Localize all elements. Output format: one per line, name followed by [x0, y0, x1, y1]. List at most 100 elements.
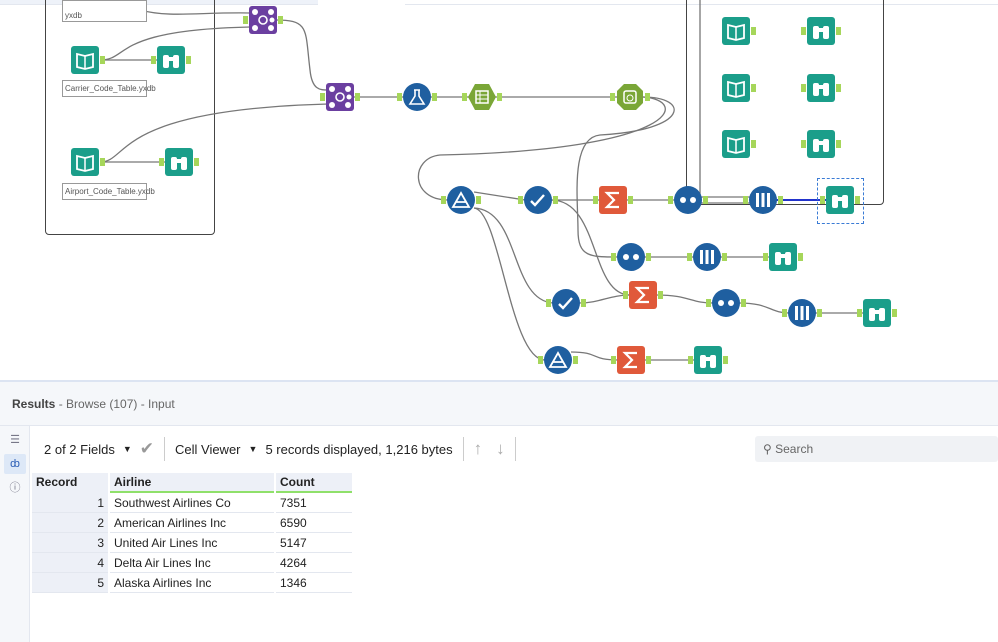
input-anchor[interactable]: [801, 27, 806, 35]
cell-count[interactable]: 1346: [276, 573, 352, 593]
input-anchor[interactable]: [441, 196, 446, 204]
column-header-count[interactable]: Count: [276, 473, 352, 493]
arrow-up-icon[interactable]: ↑: [474, 439, 483, 459]
cell-count[interactable]: 7351: [276, 493, 352, 513]
input-anchor[interactable]: [706, 299, 711, 307]
output-anchor[interactable]: [751, 84, 756, 92]
cell-record[interactable]: 1: [32, 493, 108, 513]
input-anchor[interactable]: [857, 309, 862, 317]
join-tool[interactable]: [243, 6, 283, 34]
output-anchor[interactable]: [723, 356, 728, 364]
list-icon[interactable]: ☰: [4, 430, 26, 450]
transpose-tool[interactable]: [743, 186, 783, 214]
output-anchor[interactable]: [100, 158, 105, 166]
input-anchor[interactable]: [687, 253, 692, 261]
summarize-tool[interactable]: [623, 281, 663, 309]
cell-record[interactable]: 3: [32, 533, 108, 553]
sample-tool[interactable]: [610, 83, 650, 111]
input-anchor[interactable]: [518, 196, 523, 204]
output-anchor[interactable]: [581, 299, 586, 307]
output-anchor[interactable]: [432, 93, 437, 101]
output-anchor[interactable]: [573, 356, 578, 364]
input-tool[interactable]: [722, 130, 756, 158]
search-input[interactable]: ⚲ Search: [755, 436, 998, 462]
cell-airline[interactable]: United Air Lines Inc: [110, 533, 274, 553]
check-icon[interactable]: ✔: [140, 439, 154, 459]
check-tool[interactable]: [546, 289, 586, 317]
input-anchor[interactable]: [743, 196, 748, 204]
output-anchor[interactable]: [628, 196, 633, 204]
input-anchor[interactable]: [782, 309, 787, 317]
output-anchor[interactable]: [186, 56, 191, 64]
input-anchor[interactable]: [611, 253, 616, 261]
input-anchor[interactable]: [801, 84, 806, 92]
cell-record[interactable]: 5: [32, 573, 108, 593]
input-anchor[interactable]: [623, 291, 628, 299]
output-anchor[interactable]: [751, 27, 756, 35]
input-anchor[interactable]: [320, 93, 325, 101]
browse-tool[interactable]: [159, 148, 199, 176]
airport-input-tool[interactable]: [71, 148, 105, 176]
output-anchor[interactable]: [658, 291, 663, 299]
filter-tool[interactable]: [441, 186, 481, 214]
input-anchor[interactable]: [688, 356, 693, 364]
formula-tool[interactable]: [397, 83, 437, 111]
summarize-tool[interactable]: [611, 346, 651, 374]
output-anchor[interactable]: [646, 356, 651, 364]
cell-record[interactable]: 2: [32, 513, 108, 533]
output-anchor[interactable]: [817, 309, 822, 317]
cell-count[interactable]: 4264: [276, 553, 352, 573]
input-anchor[interactable]: [763, 253, 768, 261]
input-anchor[interactable]: [538, 356, 543, 364]
browse-tool[interactable]: [801, 74, 841, 102]
table-row[interactable]: 5 Alaska Airlines Inc 1346: [32, 573, 352, 593]
output-anchor[interactable]: [751, 140, 756, 148]
check-tool[interactable]: [518, 186, 558, 214]
table-row[interactable]: 4 Delta Air Lines Inc 4264: [32, 553, 352, 573]
cell-count[interactable]: 5147: [276, 533, 352, 553]
binoculars-icon[interactable]: ȸ: [4, 454, 26, 474]
table-row[interactable]: 3 United Air Lines Inc 5147: [32, 533, 352, 553]
select-tool[interactable]: [462, 83, 502, 111]
table-row[interactable]: 1 Southwest Airlines Co 7351: [32, 493, 352, 513]
table-row[interactable]: 2 American Airlines Inc 6590: [32, 513, 352, 533]
input-anchor[interactable]: [668, 196, 673, 204]
output-anchor[interactable]: [892, 309, 897, 317]
output-anchor[interactable]: [355, 93, 360, 101]
browse-tool[interactable]: [151, 46, 191, 74]
cell-record[interactable]: 4: [32, 553, 108, 573]
output-anchor[interactable]: [476, 196, 481, 204]
output-anchor[interactable]: [497, 93, 502, 101]
transpose-tool[interactable]: [687, 243, 727, 271]
input-tool[interactable]: [722, 74, 756, 102]
input-anchor[interactable]: [151, 56, 156, 64]
input-tool[interactable]: [722, 17, 756, 45]
output-anchor[interactable]: [553, 196, 558, 204]
input-anchor[interactable]: [801, 140, 806, 148]
output-anchor[interactable]: [645, 93, 650, 101]
input-anchor[interactable]: [159, 158, 164, 166]
carrier-input-tool[interactable]: [71, 46, 105, 74]
cell-airline[interactable]: American Airlines Inc: [110, 513, 274, 533]
cell-viewer-dropdown[interactable]: Cell Viewer: [175, 442, 241, 457]
fields-dropdown[interactable]: 2 of 2 Fields: [44, 442, 115, 457]
summarize-tool[interactable]: [593, 186, 633, 214]
chevron-down-icon[interactable]: ▼: [123, 444, 132, 454]
output-anchor[interactable]: [836, 27, 841, 35]
unique-tool[interactable]: [706, 289, 746, 317]
browse-tool[interactable]: [688, 346, 728, 374]
cell-airline[interactable]: Delta Air Lines Inc: [110, 553, 274, 573]
join-tool[interactable]: [320, 83, 360, 111]
output-anchor[interactable]: [100, 56, 105, 64]
input-anchor[interactable]: [610, 93, 615, 101]
browse-tool[interactable]: [763, 243, 803, 271]
output-anchor[interactable]: [646, 253, 651, 261]
output-anchor[interactable]: [194, 158, 199, 166]
unique-tool[interactable]: [668, 186, 708, 214]
arrow-down-icon[interactable]: ↓: [496, 439, 505, 459]
cell-airline[interactable]: Southwest Airlines Co: [110, 493, 274, 513]
unique-tool[interactable]: [611, 243, 651, 271]
output-anchor[interactable]: [778, 196, 783, 204]
column-header-record[interactable]: Record: [32, 473, 108, 493]
browse-tool[interactable]: [857, 299, 897, 327]
